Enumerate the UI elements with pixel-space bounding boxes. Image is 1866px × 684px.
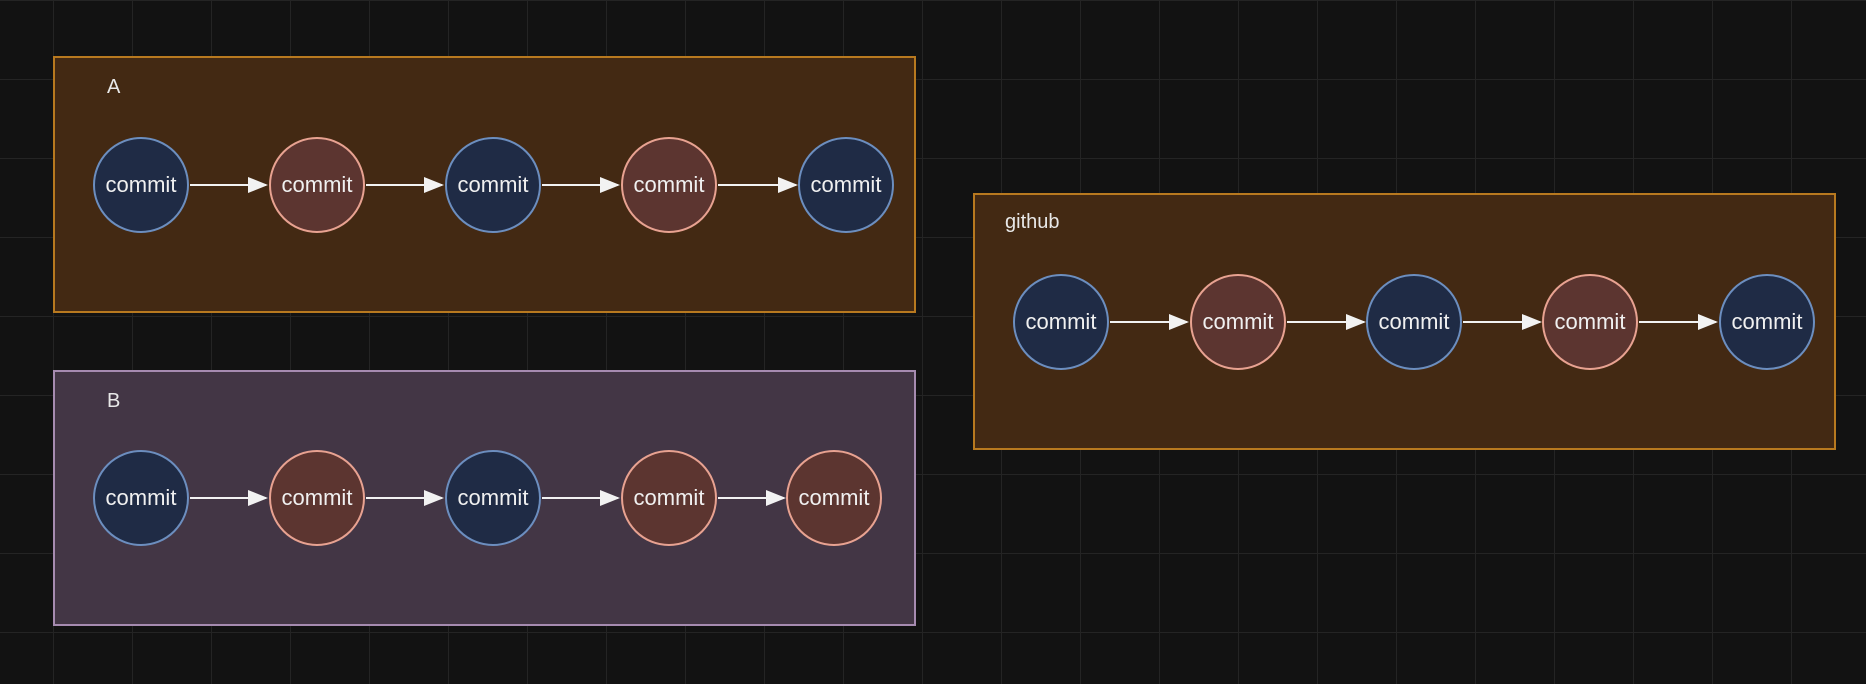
commit-arrow xyxy=(718,177,798,193)
commit-node-github-1[interactable]: commit xyxy=(1013,274,1109,370)
commit-node-b-4[interactable]: commit xyxy=(621,450,717,546)
commit-node-b-2[interactable]: commit xyxy=(269,450,365,546)
commit-node-a-5[interactable]: commit xyxy=(798,137,894,233)
commit-node-a-1[interactable]: commit xyxy=(93,137,189,233)
commit-node-a-2[interactable]: commit xyxy=(269,137,365,233)
commit-node-github-2[interactable]: commit xyxy=(1190,274,1286,370)
commit-arrow xyxy=(542,490,620,506)
commit-node-github-3[interactable]: commit xyxy=(1366,274,1462,370)
commit-arrow xyxy=(366,177,444,193)
container-github-label: github xyxy=(1005,211,1060,233)
commit-arrow xyxy=(1463,314,1542,330)
diagram-canvas[interactable]: A B github commit commit commit commit c… xyxy=(0,0,1866,684)
container-b-label: B xyxy=(107,390,121,412)
commit-arrow xyxy=(718,490,786,506)
commit-arrow xyxy=(542,177,620,193)
commit-arrow xyxy=(366,490,444,506)
container-a-label: A xyxy=(107,76,121,98)
commit-node-github-4[interactable]: commit xyxy=(1542,274,1638,370)
commit-node-a-3[interactable]: commit xyxy=(445,137,541,233)
commit-node-github-5[interactable]: commit xyxy=(1719,274,1815,370)
commit-arrow xyxy=(190,177,268,193)
commit-node-b-3[interactable]: commit xyxy=(445,450,541,546)
commit-arrow xyxy=(1287,314,1366,330)
commit-node-a-4[interactable]: commit xyxy=(621,137,717,233)
commit-arrow xyxy=(1110,314,1189,330)
commit-arrow xyxy=(190,490,268,506)
commit-node-b-5[interactable]: commit xyxy=(786,450,882,546)
commit-node-b-1[interactable]: commit xyxy=(93,450,189,546)
commit-arrow xyxy=(1639,314,1718,330)
